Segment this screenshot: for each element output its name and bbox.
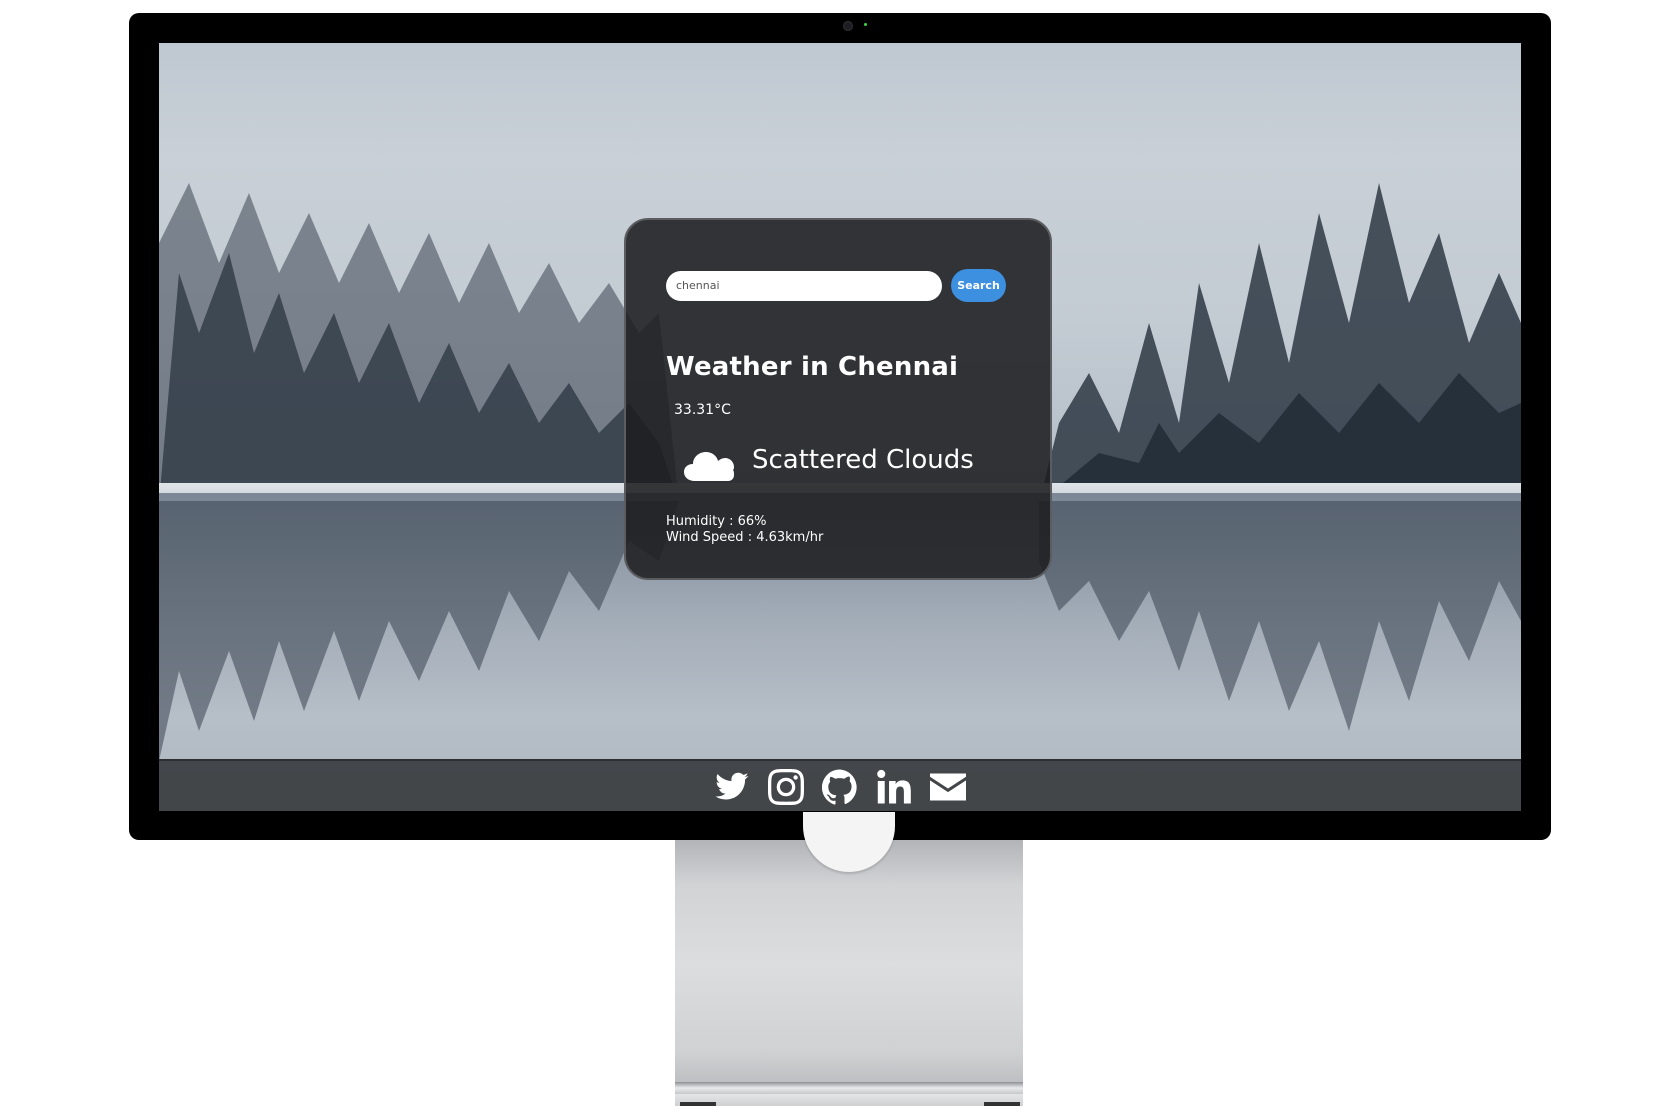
webcam-led <box>864 23 867 26</box>
page-title: Weather in Chennai <box>666 352 959 382</box>
weather-description: Scattered Clouds <box>752 445 974 475</box>
search-button[interactable]: Search <box>951 269 1006 302</box>
twitter-icon <box>715 772 749 800</box>
github-link[interactable] <box>821 768 859 806</box>
wind-speed-value: Wind Speed : 4.63km/hr <box>666 530 824 545</box>
weather-card: Search Weather in Chennai 33.31°C Scatte… <box>624 218 1052 580</box>
humidity-value: Humidity : 66% <box>666 514 767 529</box>
screen: Search Weather in Chennai 33.31°C Scatte… <box>159 43 1521 811</box>
cloud-icon <box>684 452 734 481</box>
mail-icon <box>930 773 966 801</box>
footer-social-bar <box>159 759 1521 811</box>
search-bar: Search <box>666 269 1006 302</box>
twitter-link[interactable] <box>713 768 751 806</box>
temperature-value: 33.31°C <box>674 402 731 418</box>
monitor-stand-feet <box>675 1094 1023 1106</box>
instagram-link[interactable] <box>767 768 805 806</box>
stand-foot-right <box>984 1102 1020 1106</box>
monitor-stand-base <box>675 1082 1023 1094</box>
github-icon <box>822 769 857 805</box>
device-mockup: Search Weather in Chennai 33.31°C Scatte… <box>0 0 1680 1120</box>
linkedin-link[interactable] <box>875 768 913 806</box>
email-link[interactable] <box>929 768 967 806</box>
linkedin-icon <box>877 769 911 804</box>
search-input[interactable] <box>666 270 942 301</box>
stand-foot-left <box>680 1102 716 1106</box>
instagram-icon <box>768 769 804 805</box>
webcam-icon <box>843 21 853 31</box>
monitor-stand <box>675 840 1023 1090</box>
